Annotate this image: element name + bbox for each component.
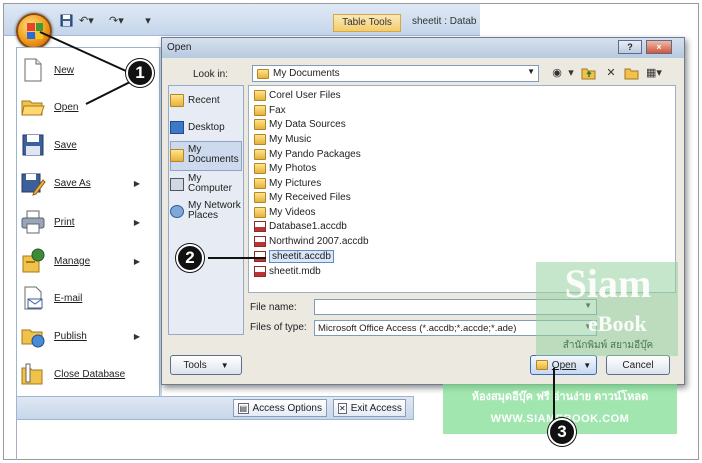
callout-line: [39, 31, 127, 72]
callout-2: 2: [176, 244, 204, 272]
callout-3: 3: [548, 418, 576, 446]
callout-1: 1: [126, 59, 154, 87]
callout-line: [85, 81, 131, 105]
callout-lines: [39, 31, 555, 422]
